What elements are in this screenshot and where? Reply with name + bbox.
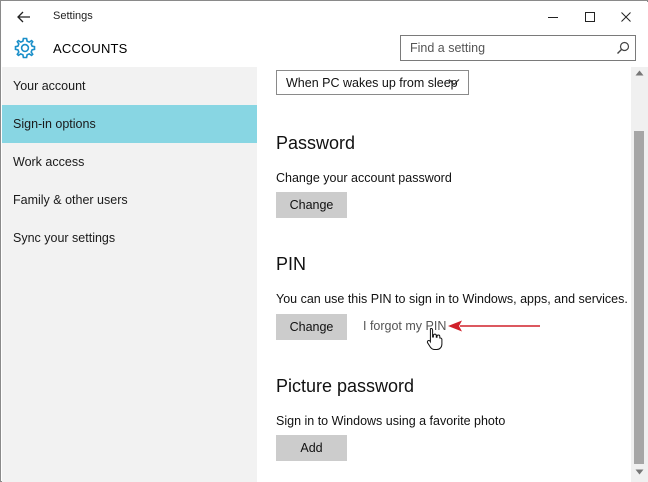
hand-pointer-icon — [426, 327, 443, 350]
picture-password-add-button[interactable]: Add — [276, 435, 347, 461]
password-section-title: Password — [276, 133, 356, 153]
dropdown-value: When PC wakes up from sleep — [286, 75, 458, 90]
password-change-button[interactable]: Change — [276, 192, 347, 218]
password-description: Change your account password — [276, 171, 452, 185]
settings-window: Settings ACCOUNTS Find a setting Your ac… — [0, 0, 648, 482]
sidebar-item-label: Work access — [13, 155, 85, 169]
main-content: When PC wakes up from sleep Password Cha… — [257, 67, 631, 482]
sidebar-item-sign-in-options[interactable]: Sign-in options — [2, 105, 257, 143]
sidebar-item-sync-settings[interactable]: Sync your settings — [2, 219, 257, 257]
close-icon — [621, 12, 631, 22]
sidebar-item-your-account[interactable]: Your account — [2, 67, 257, 105]
sidebar-item-label: Your account — [13, 79, 86, 93]
gear-icon — [14, 37, 36, 59]
pin-change-button[interactable]: Change — [276, 314, 347, 340]
page-header: ACCOUNTS — [2, 32, 648, 67]
page-title: ACCOUNTS — [53, 41, 128, 56]
sidebar-item-work-access[interactable]: Work access — [2, 143, 257, 181]
sidebar-item-label: Sync your settings — [13, 231, 116, 245]
scroll-up-arrow-icon[interactable] — [635, 70, 644, 76]
annotation-arrow-icon — [448, 320, 540, 332]
sidebar-item-family-other-users[interactable]: Family & other users — [2, 181, 257, 219]
window-title: Settings — [53, 10, 93, 22]
picture-password-section-title: Picture password — [276, 376, 415, 396]
title-bar: Settings — [2, 2, 648, 32]
minimize-icon — [548, 17, 558, 18]
content-scrollbar[interactable] — [631, 67, 648, 482]
search-icon[interactable] — [616, 41, 630, 55]
scroll-down-arrow-icon[interactable] — [635, 469, 644, 475]
maximize-icon — [585, 12, 595, 22]
pin-description: You can use this PIN to sign in to Windo… — [276, 292, 628, 306]
back-arrow-icon — [17, 11, 30, 23]
search-box[interactable] — [400, 35, 636, 61]
chevron-down-icon — [448, 79, 460, 86]
sidebar-item-label: Family & other users — [13, 193, 128, 207]
require-signin-dropdown[interactable]: When PC wakes up from sleep — [276, 70, 469, 95]
sidebar: Your account Sign-in options Work access… — [2, 67, 257, 482]
search-input[interactable] — [401, 36, 611, 60]
close-button[interactable] — [604, 3, 648, 31]
picture-password-description: Sign in to Windows using a favorite phot… — [276, 414, 506, 428]
scrollbar-thumb[interactable] — [634, 131, 644, 464]
back-button[interactable] — [10, 6, 38, 28]
sidebar-item-label: Sign-in options — [13, 117, 96, 131]
pin-section-title: PIN — [276, 254, 307, 274]
